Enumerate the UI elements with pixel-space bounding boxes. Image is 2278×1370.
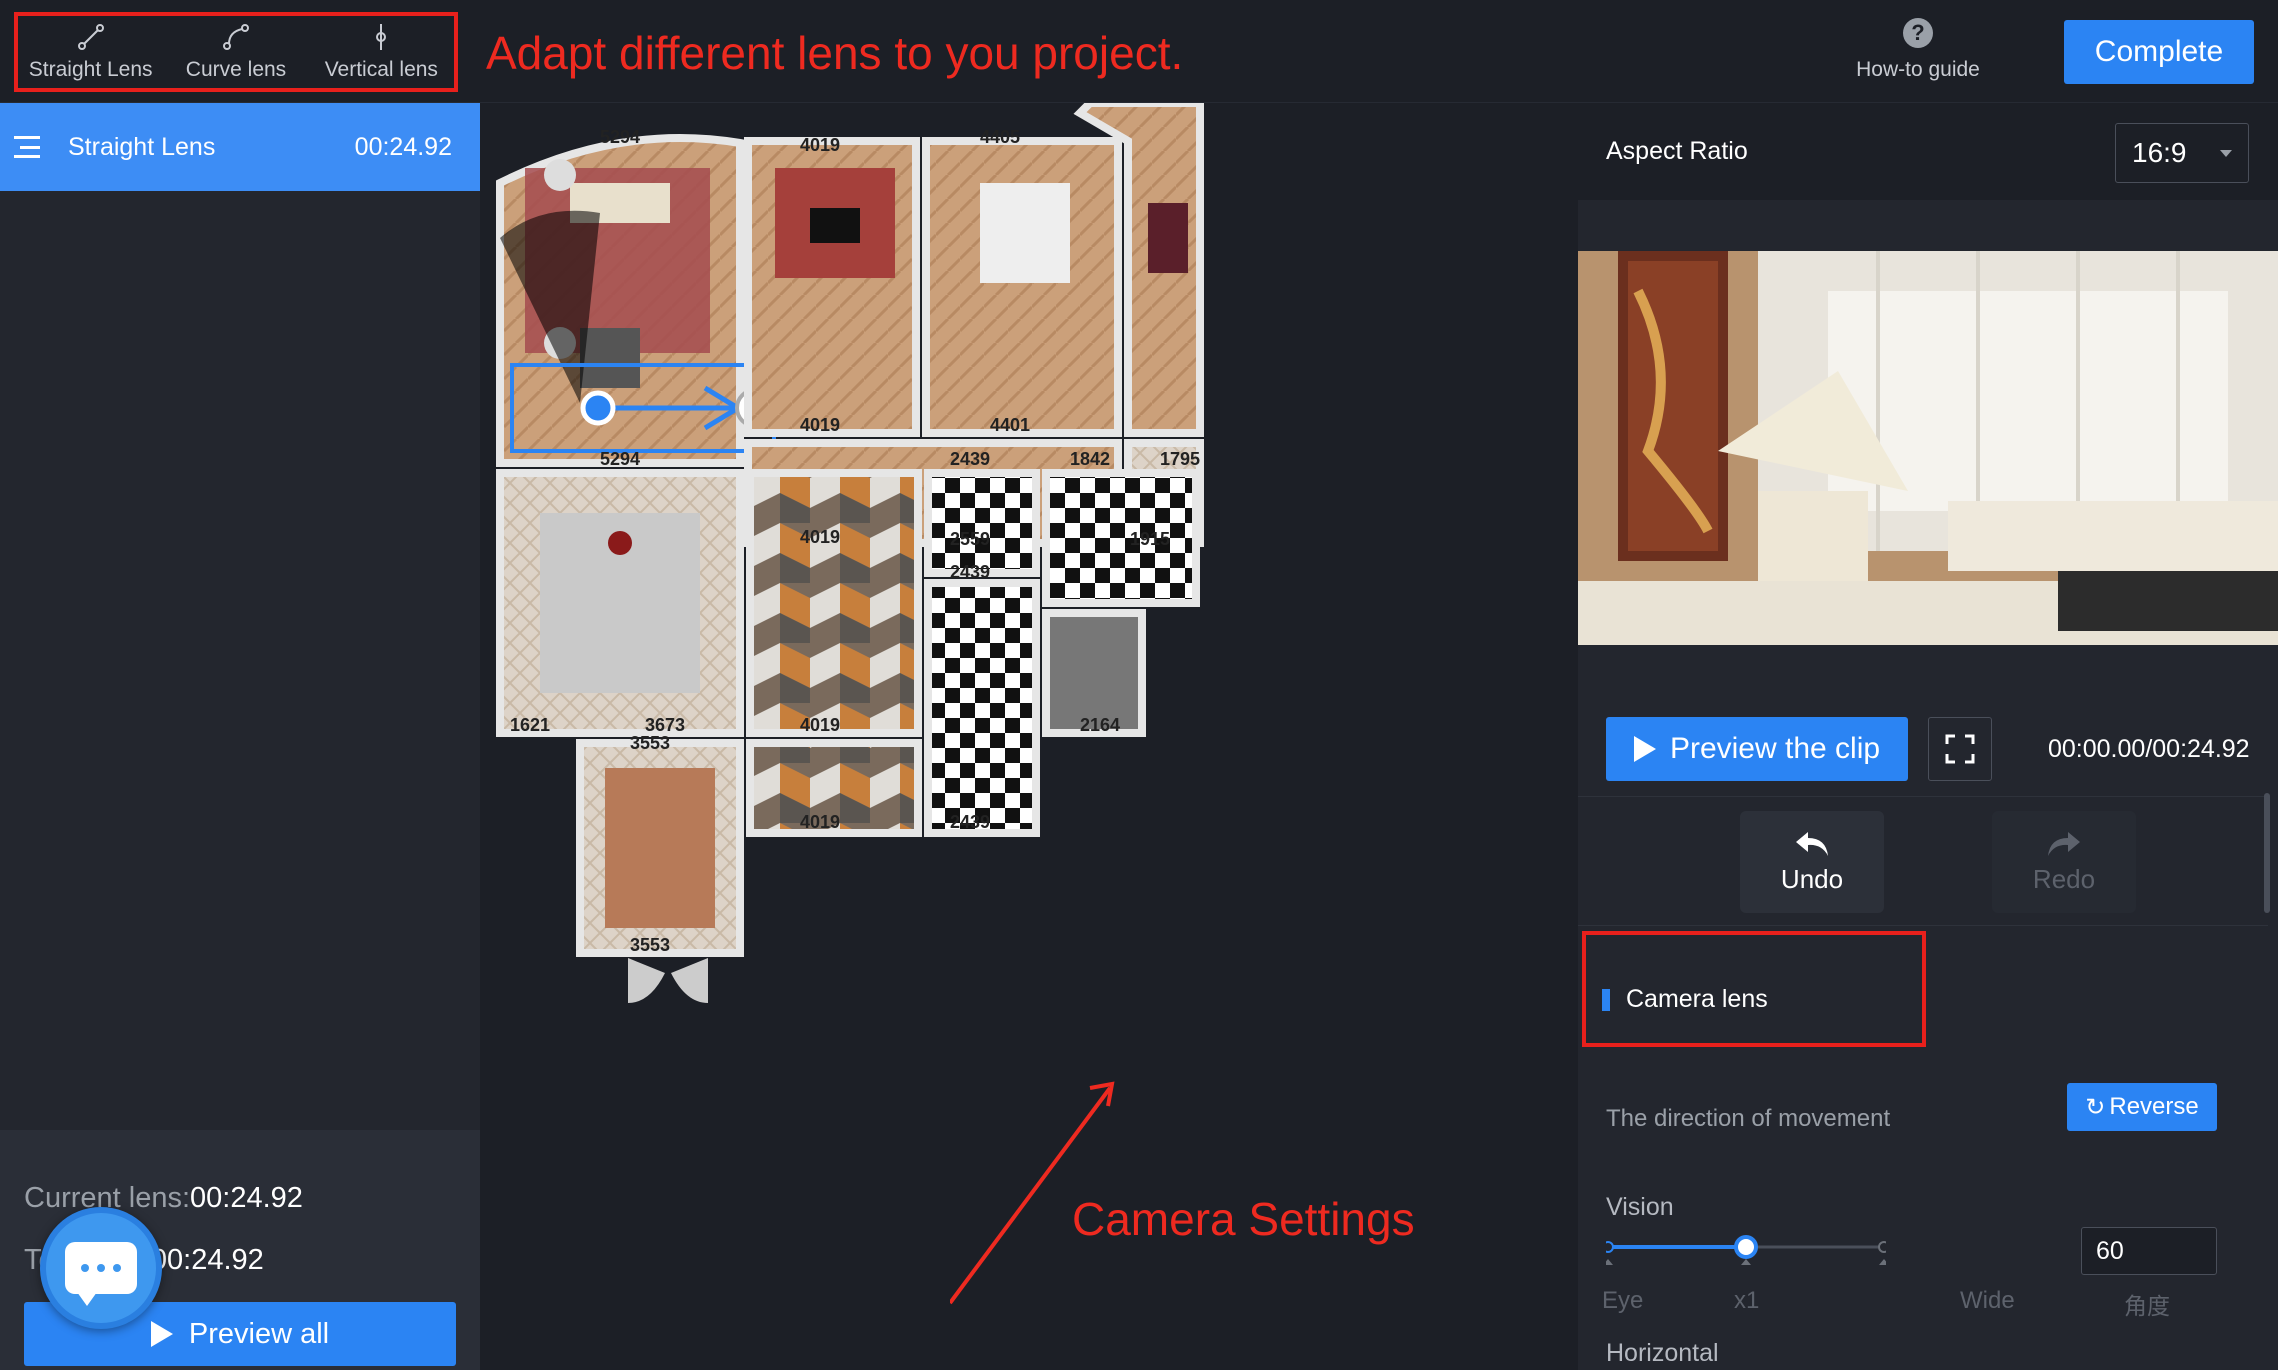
camera-lens-title: Camera lens [1602,985,1768,1014]
camera-settings-annotation: Camera Settings [1072,1193,1415,1245]
dim-label: 5294 [600,449,640,469]
dim-label: 1842 [1070,449,1110,469]
undo-button[interactable]: Undo [1740,811,1884,913]
chat-bubble-icon [65,1242,137,1306]
aspect-ratio-value: 16:9 [2132,137,2187,168]
preview-clip-label: Preview the clip [1669,732,1881,765]
clip-list-item[interactable]: Straight Lens 00:24.92 [0,103,480,191]
top-toolbar: Straight Lens Curve lens Vertical lens A… [0,0,2278,103]
room-preview-image [1578,251,2278,645]
clip-preview-viewport [1578,251,2278,645]
redo-button[interactable]: Redo [1992,811,2136,913]
aspect-ratio-label: Aspect Ratio [1606,137,1748,165]
vision-slider[interactable] [1606,1233,1886,1293]
reverse-label: Reverse [2109,1093,2199,1120]
play-icon [150,1321,173,1347]
dim-label: 2439 [950,562,990,582]
list-icon [14,136,40,158]
settings-scrollbar[interactable] [2264,793,2270,913]
dim-label: 1915 [1130,529,1170,549]
total-lens-value: 00:24.92 [150,1244,264,1276]
clip-duration: 00:24.92 [354,132,452,161]
lens-annotation: Adapt different lens to you project. [486,27,1184,79]
curve-lens-icon [222,24,249,50]
vision-slider-stop [1878,1241,1886,1253]
vision-value-input[interactable] [2081,1227,2217,1275]
fullscreen-button[interactable] [1928,717,1992,781]
settings-panel: Aspect Ratio 16:9 Preview the clip 00:00… [1578,103,2278,1370]
clip-list-panel: Straight Lens 00:24.92 Current lens:00:2… [0,103,480,1370]
vertical-lens-icon [376,24,387,50]
lens-tool-group: Straight Lens Curve lens Vertical lens [14,12,458,92]
vision-unit-label: 角度 [2124,1293,2170,1319]
floor-plan-canvas[interactable]: 5294 4019 4405 4019 4401 4019 2559 1915 … [480,103,1578,1370]
annotation-arrow [950,1081,1115,1305]
dim-label: 1795 [1160,449,1200,469]
curve-lens-label: Curve lens [185,58,287,81]
chat-support-button[interactable] [40,1207,162,1329]
dim-label: 2559 [950,529,990,549]
history-controls: Undo Redo [1578,796,2268,926]
how-to-guide-button[interactable]: ? How-to guide [1838,18,1998,82]
reverse-icon: ↻ [2085,1093,2106,1121]
undo-label: Undo [1780,863,1844,894]
dim-label: 4019 [800,715,840,735]
playback-timecode: 00:00.00/00:24.92 [2048,735,2250,763]
direction-label: The direction of movement [1606,1105,1891,1132]
vision-slider-stop [1606,1241,1614,1253]
dim-label: 3553 [630,733,670,753]
dim-label: 4401 [990,415,1030,435]
fullscreen-icon [1945,734,1975,764]
complete-button[interactable]: Complete [2064,20,2254,84]
straight-lens-tool[interactable]: Straight Lens [18,16,163,88]
dim-label: 2164 [1080,715,1120,735]
dim-label: 1621 [510,715,550,735]
vertical-lens-label: Vertical lens [324,58,438,81]
horizontal-label: Horizontal [1606,1339,1719,1367]
undo-icon [1796,831,1828,856]
vision-tick-x1: x1 [1734,1287,1760,1314]
clip-controls: Preview the clip 00:00.00/00:24.92 [1578,685,2278,785]
play-icon [1633,736,1656,762]
clip-name: Straight Lens [68,132,216,161]
dim-label: 2439 [950,812,990,832]
dim-label: 4019 [800,415,840,435]
vision-slider-handle[interactable] [1734,1235,1758,1259]
preview-all-label: Preview all [188,1317,330,1350]
redo-icon [2048,831,2080,856]
vision-tick-eye: Eye [1602,1287,1644,1314]
vertical-lens-tool[interactable]: Vertical lens [309,16,454,88]
straight-lens-label: Straight Lens [28,58,153,81]
dim-label: 3673 [645,715,685,735]
curve-lens-tool[interactable]: Curve lens [163,16,308,88]
aspect-ratio-row: Aspect Ratio 16:9 [1578,103,2278,200]
dim-label: 4019 [800,812,840,832]
question-icon: ? [1903,18,1933,48]
dim-label: 4405 [980,127,1020,147]
straight-lens-icon [77,24,104,50]
chevron-down-icon [2220,149,2232,157]
dim-label: 4019 [800,527,840,547]
current-lens-info: Current lens:00:24.92 [24,1182,303,1215]
camera-lens-section: Camera lens [1582,931,1926,1047]
dim-label: 2439 [950,449,990,469]
camera-lens-label: Camera lens [1626,985,1768,1013]
current-lens-value: 00:24.92 [190,1182,303,1214]
reverse-button[interactable]: ↻ Reverse [2067,1083,2217,1131]
dim-label: 3553 [630,935,670,955]
vision-label: Vision [1606,1193,1674,1221]
dim-label: 4019 [800,135,840,155]
redo-label: Redo [2032,863,2096,894]
vision-tick-wide: Wide [1960,1287,2015,1314]
how-to-guide-label: How-to guide [1856,58,1980,81]
aspect-ratio-select[interactable]: 16:9 [2115,123,2249,183]
app-root: Straight Lens Curve lens Vertical lens A… [0,0,2278,1370]
preview-clip-button[interactable]: Preview the clip [1606,717,1908,781]
dim-label: 5294 [600,127,640,147]
